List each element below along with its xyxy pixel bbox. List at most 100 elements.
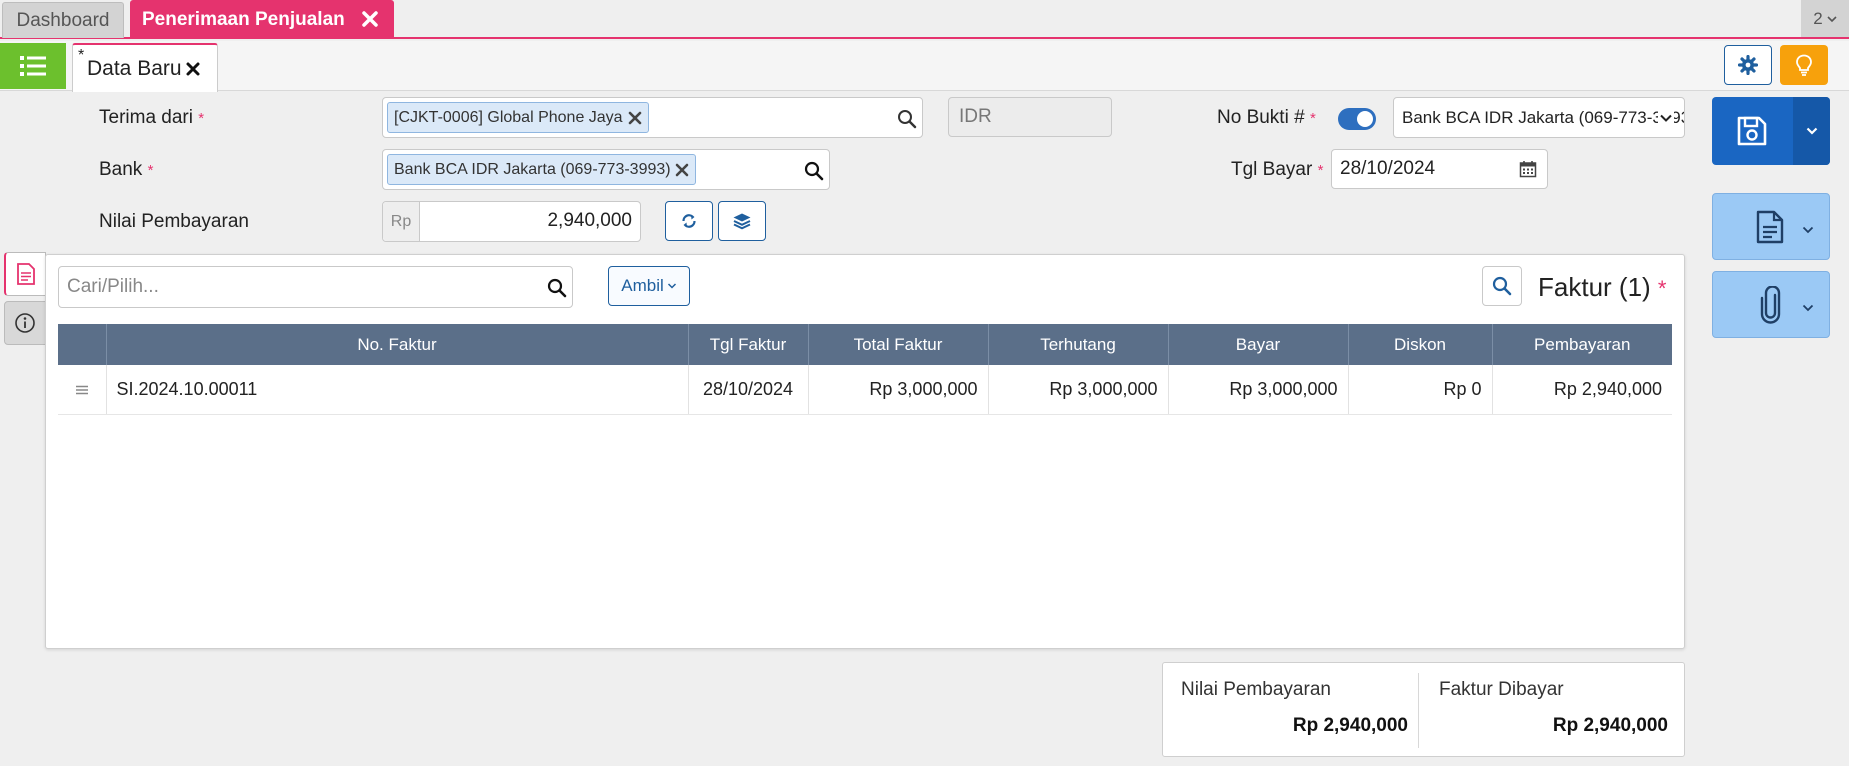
summary-nilai-label: Nilai Pembayaran <box>1181 679 1331 700</box>
drag-column-header <box>58 324 107 365</box>
print-document-button[interactable] <box>1712 193 1830 260</box>
attachment-button[interactable] <box>1712 271 1830 338</box>
menu-list-button[interactable] <box>0 43 66 89</box>
remove-chip-icon[interactable] <box>675 163 689 177</box>
save-options-button[interactable] <box>1793 97 1830 165</box>
cell-diskon[interactable]: Rp 0 <box>1348 365 1493 415</box>
nilai-pembayaran-field[interactable]: Rp 2,940,000 <box>382 201 641 242</box>
bank-chip-label: Bank BCA IDR Jakarta (069-773-3993) <box>394 160 671 178</box>
currency-field: IDR <box>948 97 1112 137</box>
table-row[interactable]: SI.2024.10.00011 28/10/2024 Rp 3,000,000… <box>58 365 1672 415</box>
faktur-search-input[interactable] <box>58 266 573 308</box>
calendar-icon[interactable] <box>1519 160 1537 178</box>
chevron-down-icon <box>1806 127 1817 135</box>
ambil-label: Ambil <box>621 276 664 295</box>
required-mark: * <box>1317 162 1324 179</box>
payment-summary: Nilai Pembayaran Rp 2,940,000 Faktur Dib… <box>1162 662 1685 757</box>
tab-penerimaan-penjualan[interactable]: Penerimaan Penjualan <box>130 0 394 39</box>
no-bukti-select-value: Bank BCA IDR Jakarta (069-773-3993) <box>1402 107 1685 127</box>
tab-overflow-button[interactable]: 2 <box>1801 0 1849 37</box>
customer-chip-label: [CJKT-0006] Global Phone Jaya <box>394 108 623 126</box>
gear-icon <box>1738 55 1758 75</box>
column-header-no-faktur[interactable]: No. Faktur <box>106 324 689 365</box>
document-icon <box>16 263 35 285</box>
modified-marker: * <box>78 47 85 64</box>
tips-button[interactable] <box>1780 45 1828 85</box>
cell-bayar[interactable]: Rp 3,000,000 <box>1168 365 1349 415</box>
bank-field[interactable]: Bank BCA IDR Jakarta (069-773-3993) <box>382 149 830 190</box>
currency-prefix: Rp <box>383 202 420 241</box>
drag-handle[interactable] <box>58 365 107 415</box>
search-icon[interactable] <box>897 109 917 129</box>
no-bukti-text: No Bukti # <box>1217 107 1305 128</box>
layers-button[interactable] <box>718 201 766 241</box>
auto-number-toggle[interactable] <box>1338 108 1376 130</box>
document-bar: * Data Baru <box>0 41 1849 92</box>
column-header-total-faktur[interactable]: Total Faktur <box>808 324 989 365</box>
search-icon <box>1492 276 1512 296</box>
terima-dari-field[interactable]: [CJKT-0006] Global Phone Jaya <box>382 97 923 138</box>
table-header-row: No. Faktur Tgl Faktur Total Faktur Terhu… <box>58 324 1672 365</box>
side-tab-detail[interactable] <box>4 252 46 296</box>
recalculate-button[interactable] <box>665 201 713 241</box>
panel-title-text: Faktur (1) <box>1538 272 1651 302</box>
bank-text: Bank <box>99 159 143 180</box>
tgl-bayar-text: Tgl Bayar <box>1231 159 1313 180</box>
doc-tab-label: Data Baru <box>87 56 182 80</box>
summary-faktur-label: Faktur Dibayar <box>1439 679 1564 700</box>
tgl-bayar-field[interactable]: 28/10/2024 <box>1331 149 1548 189</box>
paperclip-icon <box>1760 286 1781 324</box>
summary-nilai-value: Rp 2,940,000 <box>1292 715 1408 736</box>
bank-chip: Bank BCA IDR Jakarta (069-773-3993) <box>387 154 696 185</box>
nilai-pembayaran-label: Nilai Pembayaran <box>99 211 249 232</box>
close-tab-icon[interactable] <box>360 9 380 29</box>
ambil-button[interactable]: Ambil <box>608 266 690 306</box>
save-button[interactable] <box>1712 97 1830 165</box>
faktur-search-text[interactable] <box>67 276 527 298</box>
tab-dashboard[interactable]: Dashboard <box>2 2 124 38</box>
faktur-table: No. Faktur Tgl Faktur Total Faktur Terhu… <box>58 324 1672 415</box>
document-icon <box>1756 210 1784 244</box>
side-tab-info[interactable] <box>4 301 46 345</box>
no-bukti-select[interactable]: Bank BCA IDR Jakarta (069-773-3993) <box>1393 97 1685 138</box>
lightbulb-icon <box>1796 54 1812 76</box>
drag-handle-icon <box>75 385 88 394</box>
tgl-bayar-value: 28/10/2024 <box>1340 158 1436 179</box>
search-icon[interactable] <box>804 161 824 181</box>
terima-dari-label: Terima dari * <box>99 107 204 129</box>
chevron-down-icon <box>1658 110 1674 126</box>
cell-no-faktur: SI.2024.10.00011 <box>106 365 689 415</box>
required-mark: * <box>1657 276 1667 301</box>
column-header-tgl-faktur[interactable]: Tgl Faktur <box>688 324 809 365</box>
chevron-down-icon <box>1802 226 1814 234</box>
cell-terhutang: Rp 3,000,000 <box>988 365 1169 415</box>
remove-chip-icon[interactable] <box>628 111 642 125</box>
terima-dari-text: Terima dari <box>99 107 193 128</box>
settings-button[interactable] <box>1724 45 1772 85</box>
cell-total-faktur: Rp 3,000,000 <box>808 365 989 415</box>
tab-data-baru[interactable]: * Data Baru <box>72 43 218 92</box>
save-icon <box>1737 116 1767 146</box>
cell-pembayaran[interactable]: Rp 2,940,000 <box>1492 365 1672 415</box>
no-bukti-label: No Bukti # * <box>1217 107 1316 129</box>
column-header-diskon[interactable]: Diskon <box>1348 324 1493 365</box>
tgl-bayar-label: Tgl Bayar * <box>1231 159 1323 181</box>
column-header-terhutang[interactable]: Terhutang <box>988 324 1169 365</box>
chevron-down-icon <box>667 283 676 289</box>
panel-search-button[interactable] <box>1482 266 1522 306</box>
refresh-icon <box>682 214 696 228</box>
top-tab-bar: Dashboard Penerimaan Penjualan 2 <box>0 0 1849 39</box>
search-icon[interactable] <box>547 278 567 298</box>
close-icon[interactable] <box>185 61 201 77</box>
bank-label: Bank * <box>99 159 153 181</box>
tab-count: 2 <box>1813 8 1823 28</box>
list-icon <box>20 56 46 76</box>
summary-faktur-value: Rp 2,940,000 <box>1552 715 1668 736</box>
chevron-down-icon <box>1827 15 1837 22</box>
column-header-bayar[interactable]: Bayar <box>1168 324 1349 365</box>
chevron-down-icon <box>1802 304 1814 312</box>
required-mark: * <box>198 110 205 127</box>
layers-icon <box>733 213 751 230</box>
tab-label: Penerimaan Penjualan <box>142 8 345 30</box>
column-header-pembayaran[interactable]: Pembayaran <box>1492 324 1672 365</box>
